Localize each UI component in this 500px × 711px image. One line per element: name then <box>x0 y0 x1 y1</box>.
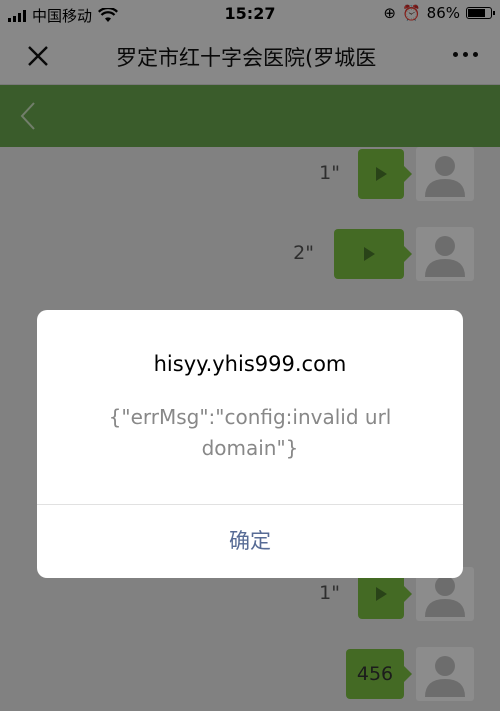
confirm-button[interactable]: 确定 <box>37 505 463 578</box>
dialog-title: hisyy.yhis999.com <box>153 352 347 376</box>
alert-dialog: hisyy.yhis999.com {"errMsg":"config:inva… <box>37 310 463 578</box>
dialog-message: {"errMsg":"config:invalid url domain"} <box>108 405 392 460</box>
